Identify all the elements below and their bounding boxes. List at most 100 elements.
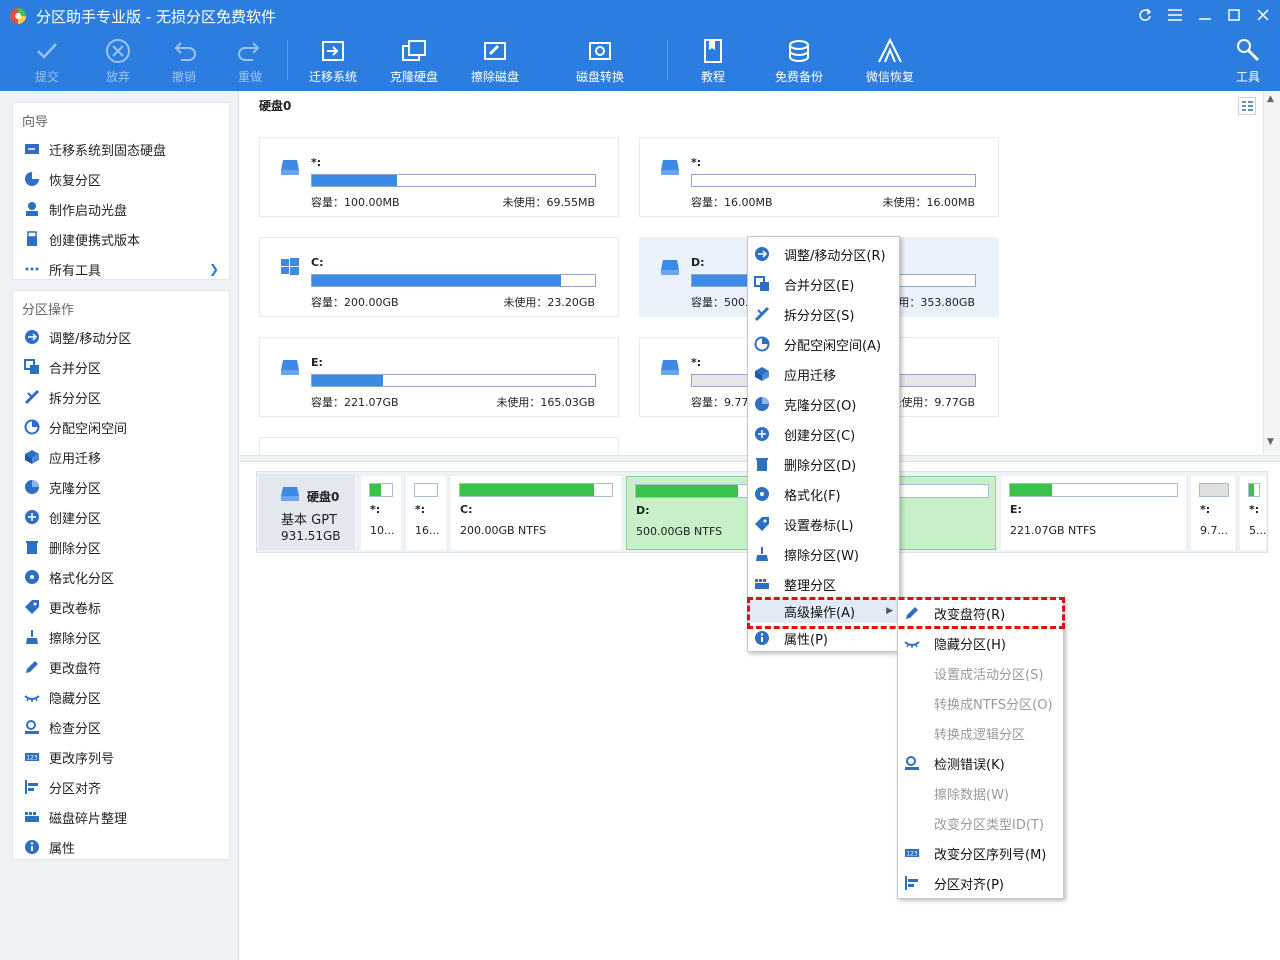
- submenu-item-change-type-id: 改变分区类型ID(T): [898, 808, 1063, 838]
- partition-name: *:: [311, 156, 322, 169]
- menu-item-allocate[interactable]: 分配空闲空间(A): [748, 329, 899, 359]
- submenu-item-change-serial[interactable]: 123 改变分区序列号(M): [898, 838, 1063, 868]
- diskmap-block[interactable]: C: 200.00GB NTFS: [451, 476, 621, 550]
- menu-item-delete[interactable]: 删除分区(D): [748, 449, 899, 479]
- undo-icon: [174, 42, 196, 61]
- diskmap-block[interactable]: *: 5...: [1240, 476, 1266, 550]
- redo-button[interactable]: 重做: [210, 36, 290, 88]
- migrate-os-button[interactable]: 迁移系统: [293, 36, 373, 88]
- partition-name: D:: [691, 256, 705, 269]
- partition-card[interactable]: *: 容量：16.00MB 未使用：16.00MB: [639, 137, 999, 217]
- sidebar-item-all-tools[interactable]: 所有工具 ❯: [13, 254, 229, 284]
- menu-item-properties[interactable]: 属性(P): [748, 623, 899, 653]
- sidebar-item-label: 擦除分区: [49, 631, 102, 647]
- sidebar-item-recover-partition[interactable]: 恢复分区: [13, 164, 229, 194]
- svg-text:123: 123: [26, 755, 38, 762]
- diskmap-block[interactable]: *: 16...: [406, 476, 446, 550]
- sidebar-item-label: 调整/移动分区: [49, 331, 132, 347]
- sidebar-item-wipe[interactable]: 擦除分区: [13, 622, 229, 652]
- wipe-disk-icon: [484, 42, 506, 60]
- minimize-icon[interactable]: [1194, 4, 1216, 26]
- close-icon[interactable]: [1252, 4, 1274, 26]
- submenu-item-check-errors[interactable]: 检测错误(K): [898, 748, 1063, 778]
- scroll-down-icon[interactable]: ▼: [1267, 437, 1274, 447]
- wechat-recovery-button[interactable]: 微信恢复: [850, 36, 930, 88]
- refresh-icon[interactable]: [1134, 4, 1156, 26]
- sidebar-item-serial[interactable]: 123 更改序列号: [13, 742, 229, 772]
- scroll-up-icon[interactable]: ▲: [1267, 94, 1274, 104]
- menu-item-label: 设置卷标(L): [784, 518, 854, 534]
- sidebar-item-app-migrate[interactable]: 应用迁移: [13, 442, 229, 472]
- sidebar-item-change-letter[interactable]: 更改盘符: [13, 652, 229, 682]
- wechat-recovery-icon: [878, 37, 902, 63]
- wipe-disk-button[interactable]: 擦除磁盘: [455, 36, 535, 88]
- submenu-item-align[interactable]: 分区对齐(P): [898, 868, 1063, 898]
- menu-item-set-label[interactable]: 设置卷标(L): [748, 509, 899, 539]
- clone-disk-button[interactable]: 克隆硬盘: [374, 36, 454, 88]
- maximize-icon[interactable]: [1223, 4, 1245, 26]
- menu-item-split[interactable]: 拆分分区(S): [748, 299, 899, 329]
- partition-card[interactable]: *: 容量：100.00MB 未使用：69.55MB: [259, 137, 619, 217]
- sidebar-item-clone[interactable]: 克隆分区: [13, 472, 229, 502]
- submenu-item-change-letter[interactable]: 改变盘符(R): [898, 598, 1063, 628]
- menu-item-label: 删除分区(D): [784, 458, 857, 474]
- vertical-scrollbar[interactable]: ▲ ▼: [1263, 91, 1280, 454]
- sidebar-item-create[interactable]: 创建分区: [13, 502, 229, 532]
- menu-item-resize[interactable]: 调整/移动分区(R): [748, 239, 899, 269]
- sidebar-item-allocate[interactable]: 分配空闲空间: [13, 412, 229, 442]
- app-migrate-icon: [753, 365, 771, 383]
- menu-item-clone[interactable]: 克隆分区(O): [748, 389, 899, 419]
- menu-item-defrag[interactable]: 整理分区: [748, 569, 899, 599]
- sidebar-item-properties[interactable]: 属性: [13, 832, 229, 862]
- sidebar-item-split[interactable]: 拆分分区: [13, 382, 229, 412]
- diskmap-block[interactable]: *: 10...: [361, 476, 401, 550]
- menu-item-label: 调整/移动分区(R): [784, 248, 886, 264]
- create-icon: [23, 508, 41, 526]
- tutorial-button[interactable]: 教程: [673, 36, 753, 88]
- block-size: 9.7...: [1200, 524, 1228, 537]
- sidebar-item-delete[interactable]: 删除分区: [13, 532, 229, 562]
- check-disk-icon: [23, 718, 41, 736]
- sidebar-item-defrag[interactable]: 磁盘碎片整理: [13, 802, 229, 832]
- submenu-item-convert-logical: 转换成逻辑分区: [898, 718, 1063, 748]
- menu-item-app-migrate[interactable]: 应用迁移: [748, 359, 899, 389]
- migrate-os-label: 迁移系统: [308, 70, 357, 84]
- sidebar-item-hide[interactable]: 隐藏分区: [13, 682, 229, 712]
- submenu-item-hide[interactable]: 隐藏分区(H): [898, 628, 1063, 658]
- sidebar-item-bootable-media[interactable]: 制作启动光盘: [13, 194, 229, 224]
- menu-item-label: 高级操作(A): [784, 605, 856, 621]
- unused-text: 使用：353.80GB: [887, 296, 975, 309]
- submenu-item-label: 改变分区序列号(M): [934, 847, 1047, 863]
- partition-card-partial[interactable]: [259, 437, 619, 455]
- menu-item-create[interactable]: 创建分区(C): [748, 419, 899, 449]
- diskmap-block[interactable]: *: 9.7...: [1191, 476, 1235, 550]
- partition-card[interactable]: C: 容量：200.00GB 未使用：23.20GB: [259, 237, 619, 317]
- sidebar-item-migrate-ssd[interactable]: 迁移系统到固态硬盘: [13, 134, 229, 164]
- disk-title: 硬盘0: [259, 99, 292, 113]
- sidebar-item-align[interactable]: 分区对齐: [13, 772, 229, 802]
- partition-card[interactable]: E: 容量：221.07GB 未使用：165.03GB: [259, 337, 619, 417]
- menu-icon[interactable]: [1164, 4, 1186, 26]
- submenu-item-label: 隐藏分区(H): [934, 637, 1006, 653]
- defrag-icon: [753, 575, 771, 593]
- view-toggle-icon[interactable]: [1238, 97, 1256, 115]
- menu-item-wipe[interactable]: 擦除分区(W): [748, 539, 899, 569]
- sidebar-item-merge[interactable]: 合并分区: [13, 352, 229, 382]
- drive-icon: [661, 360, 679, 375]
- menu-item-format[interactable]: 格式化(F): [748, 479, 899, 509]
- redo-icon: [238, 42, 260, 61]
- sidebar-item-check[interactable]: 检查分区: [13, 712, 229, 742]
- sidebar-item-change-label[interactable]: 更改卷标: [13, 592, 229, 622]
- sidebar-item-portable-version[interactable]: 创建便携式版本: [13, 224, 229, 254]
- diskmap-block[interactable]: E: 221.07GB NTFS: [1001, 476, 1186, 550]
- disk-convert-button[interactable]: 磁盘转换: [560, 36, 640, 88]
- disk-info[interactable]: 硬盘0 基本 GPT 931.51GB: [259, 474, 355, 550]
- tools-button[interactable]: 工具: [1208, 36, 1280, 88]
- usage-bar: [311, 174, 596, 187]
- submit-button[interactable]: 提交: [7, 36, 87, 88]
- sidebar-item-resize[interactable]: 调整/移动分区: [13, 322, 229, 352]
- sidebar-item-format[interactable]: 格式化分区: [13, 562, 229, 592]
- free-backup-button[interactable]: 免费备份: [759, 36, 839, 88]
- menu-item-merge[interactable]: 合并分区(E): [748, 269, 899, 299]
- menu-item-advanced[interactable]: 高级操作(A) ▶: [748, 599, 899, 623]
